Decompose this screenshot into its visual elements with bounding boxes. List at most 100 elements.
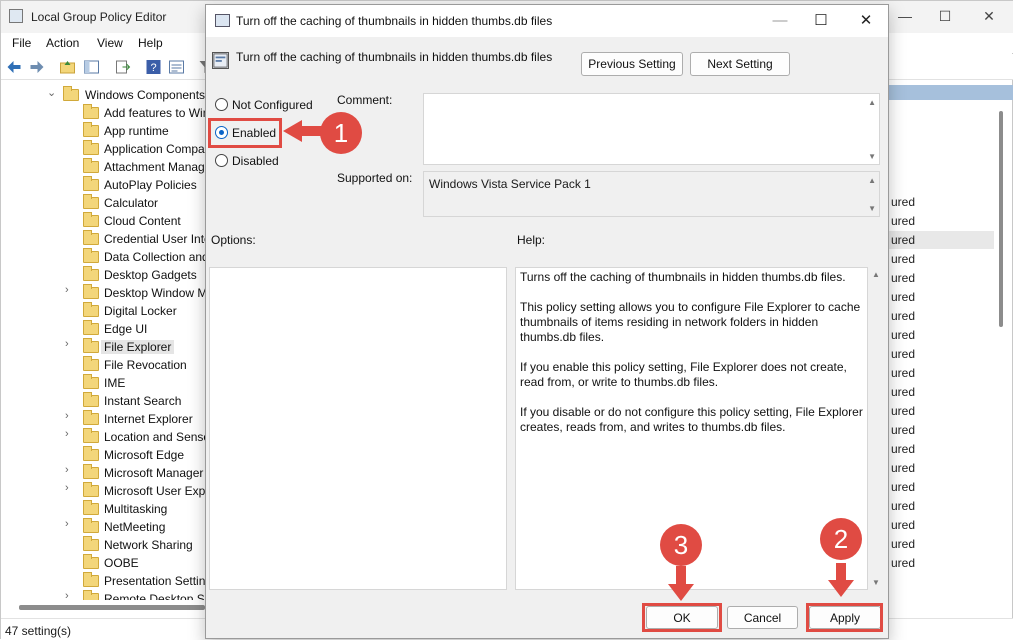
- comment-label: Comment:: [337, 93, 393, 107]
- radio-button[interactable]: [215, 98, 228, 111]
- close-icon[interactable]: ✕: [969, 5, 1009, 27]
- previous-setting-button[interactable]: Previous Setting: [581, 52, 683, 76]
- next-setting-button[interactable]: Next Setting: [690, 52, 790, 76]
- scroll-down-icon[interactable]: ▼: [868, 204, 876, 213]
- menu-action[interactable]: Action: [46, 36, 79, 50]
- tree-item[interactable]: Edge UI: [1, 319, 206, 337]
- export-list-icon[interactable]: [114, 59, 131, 75]
- folder-icon: [83, 464, 99, 479]
- policy-setting-icon: [212, 52, 229, 69]
- scroll-down-icon[interactable]: ▼: [868, 152, 876, 161]
- radio-button[interactable]: [215, 154, 228, 167]
- folder-icon: [83, 500, 99, 515]
- maximize-icon[interactable]: ☐: [925, 5, 965, 27]
- chevron-down-icon[interactable]: ⌄: [47, 86, 56, 99]
- menu-view[interactable]: View: [97, 36, 123, 50]
- policy-tree: ⌄ Windows Components Add features to Win…: [1, 83, 206, 600]
- tree-item[interactable]: › Microsoft User Expe: [1, 481, 206, 499]
- tree-item-label: Desktop Window M: [104, 286, 206, 300]
- up-folder-icon[interactable]: [59, 59, 76, 75]
- state-cell: ured: [891, 385, 916, 399]
- chevron-right-icon[interactable]: ›: [65, 284, 69, 296]
- state-cell: ured: [891, 309, 916, 323]
- state-cell: ured: [891, 214, 916, 228]
- chevron-right-icon[interactable]: ›: [65, 518, 69, 530]
- folder-icon: [83, 122, 99, 137]
- tree-item[interactable]: › Remote Desktop S: [1, 589, 206, 600]
- tree-item[interactable]: Microsoft Edge: [1, 445, 206, 463]
- setting-window-icon: [215, 14, 230, 27]
- folder-icon: [83, 518, 99, 533]
- radio-label: Not Configured: [232, 98, 313, 112]
- tree-item-label: NetMeeting: [104, 520, 166, 534]
- tree-item[interactable]: Instant Search: [1, 391, 206, 409]
- tree-item[interactable]: IME: [1, 373, 206, 391]
- state-cell: ured: [891, 556, 916, 570]
- help-icon[interactable]: ?: [145, 59, 162, 75]
- help-paragraph: If you disable or do not configure this …: [520, 405, 863, 434]
- tree-item-label: Microsoft Manager: [104, 466, 204, 480]
- tree-item-windows-components[interactable]: ⌄ Windows Components: [1, 85, 206, 103]
- policy-setting-dialog: Turn off the caching of thumbnails in hi…: [205, 4, 889, 639]
- chevron-right-icon[interactable]: ›: [65, 464, 69, 476]
- tree-item[interactable]: › Location and Senso: [1, 427, 206, 445]
- policy-editor-icon: [9, 9, 23, 23]
- list-vertical-scrollbar[interactable]: [999, 111, 1003, 327]
- help-scroll-up-icon[interactable]: ▲: [872, 270, 880, 279]
- help-paragraph: Turns off the caching of thumbnails in h…: [520, 270, 846, 284]
- cancel-button[interactable]: Cancel: [727, 606, 798, 629]
- tree-item[interactable]: › Microsoft Manager: [1, 463, 206, 481]
- tree-item-label: Cloud Content: [104, 214, 181, 228]
- step-badge-1: 1: [320, 112, 362, 154]
- tree-item-label: Location and Senso: [104, 430, 206, 444]
- chevron-right-icon[interactable]: ›: [65, 590, 69, 600]
- tree-item[interactable]: AutoPlay Policies: [1, 175, 206, 193]
- scroll-up-icon[interactable]: ▲: [868, 176, 876, 185]
- tree-item[interactable]: Multitasking: [1, 499, 206, 517]
- tree-item[interactable]: App runtime: [1, 121, 206, 139]
- tree-item[interactable]: Add features to Win: [1, 103, 206, 121]
- show-hide-tree-icon[interactable]: [83, 59, 100, 75]
- supported-on-label: Supported on:: [337, 171, 413, 185]
- forward-icon[interactable]: [28, 59, 45, 75]
- tree-item[interactable]: Calculator: [1, 193, 206, 211]
- folder-icon: [83, 572, 99, 587]
- menu-help[interactable]: Help: [138, 36, 163, 50]
- tree-item[interactable]: Application Compa: [1, 139, 206, 157]
- state-cell: ured: [891, 423, 916, 437]
- tree-item[interactable]: File Revocation: [1, 355, 206, 373]
- tree-item[interactable]: › Internet Explorer: [1, 409, 206, 427]
- chevron-right-icon[interactable]: ›: [65, 338, 69, 350]
- tree-item[interactable]: Desktop Gadgets: [1, 265, 206, 283]
- back-icon[interactable]: [6, 59, 23, 75]
- chevron-right-icon[interactable]: ›: [65, 410, 69, 422]
- help-scroll-down-icon[interactable]: ▼: [872, 578, 880, 587]
- chevron-right-icon[interactable]: ›: [65, 482, 69, 494]
- minimize-icon[interactable]: —: [760, 10, 800, 32]
- close-icon[interactable]: ✕: [846, 10, 886, 32]
- maximize-icon[interactable]: ☐: [801, 10, 841, 32]
- comment-textbox[interactable]: ▲ ▼: [423, 93, 880, 165]
- tree-item[interactable]: › NetMeeting: [1, 517, 206, 535]
- state-cell: ured: [891, 518, 916, 532]
- tree-item[interactable]: Attachment Manag: [1, 157, 206, 175]
- tree-item[interactable]: Digital Locker: [1, 301, 206, 319]
- tree-item[interactable]: › Desktop Window M: [1, 283, 206, 301]
- tree-item[interactable]: › File Explorer: [1, 337, 206, 355]
- properties-icon[interactable]: [168, 59, 185, 75]
- scroll-up-icon[interactable]: ▲: [868, 98, 876, 107]
- menu-file[interactable]: File: [12, 36, 31, 50]
- chevron-right-icon[interactable]: ›: [65, 428, 69, 440]
- tree-item-label: Add features to Win: [104, 106, 206, 120]
- tree-item[interactable]: Network Sharing: [1, 535, 206, 553]
- tree-item[interactable]: OOBE: [1, 553, 206, 571]
- minimize-icon[interactable]: —: [885, 5, 925, 27]
- tree-item-label: Internet Explorer: [104, 412, 193, 426]
- tree-item[interactable]: Presentation Setting: [1, 571, 206, 589]
- tree-item-label: Credential User Inte: [104, 232, 206, 246]
- tree-horizontal-scrollbar[interactable]: [19, 605, 205, 610]
- tree-item[interactable]: Cloud Content: [1, 211, 206, 229]
- tree-item[interactable]: Credential User Inte: [1, 229, 206, 247]
- folder-icon: [83, 428, 99, 443]
- tree-item[interactable]: Data Collection and: [1, 247, 206, 265]
